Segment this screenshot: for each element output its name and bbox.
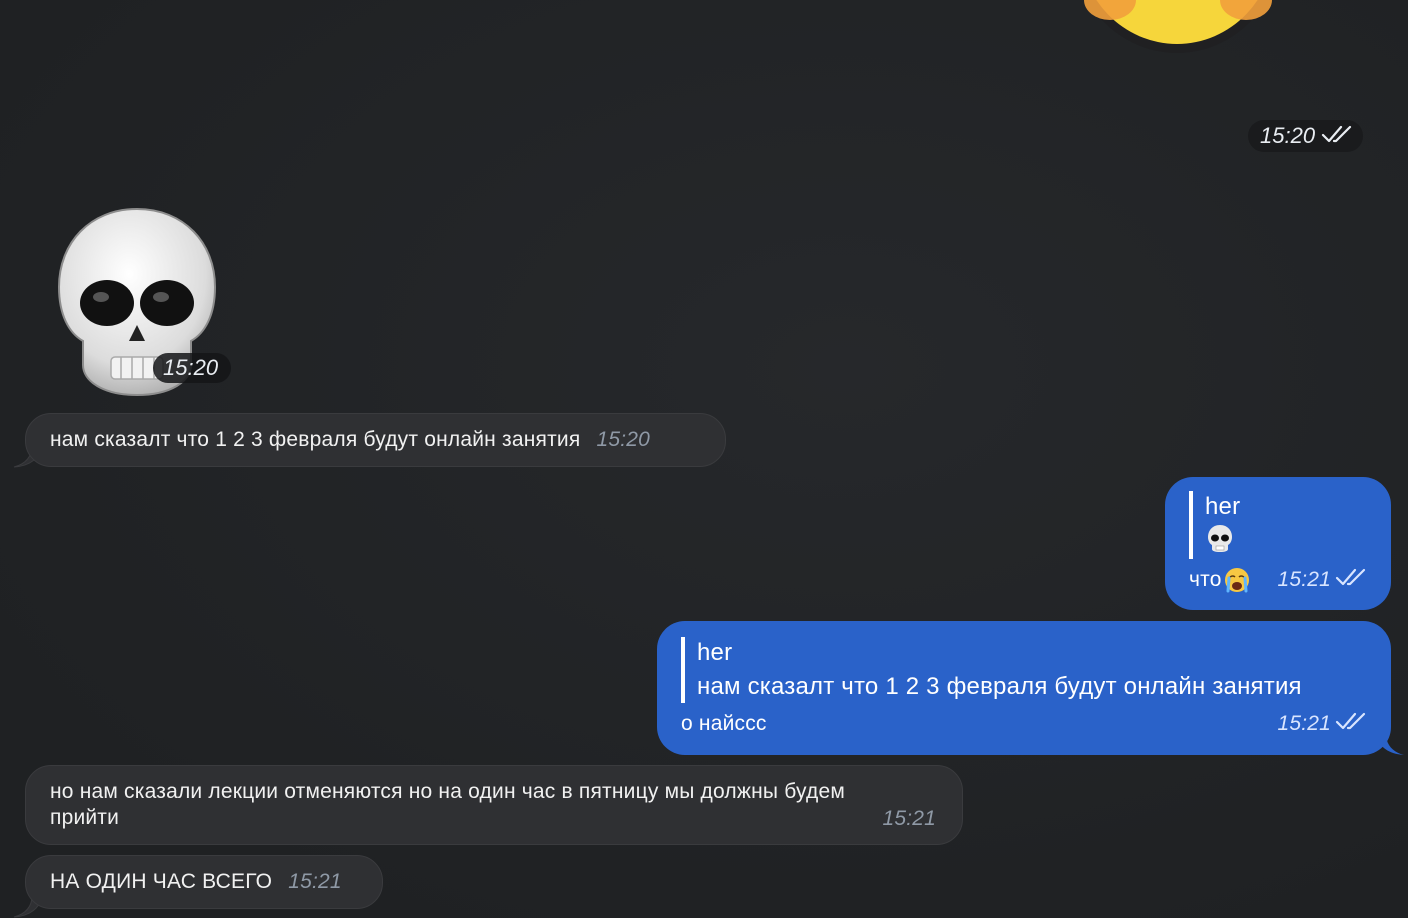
incoming-message[interactable]: нам сказалт что 1 2 3 февраля будут онла… — [25, 413, 726, 467]
reply-author: her — [1205, 493, 1241, 520]
incoming-message[interactable]: но нам сказали лекции отменяются но на о… — [25, 765, 963, 845]
message-time: 15:21 — [288, 870, 342, 893]
reply-quote[interactable]: her нам сказалт что 1 2 3 февраля будут … — [681, 637, 1367, 703]
double-check-icon — [1335, 567, 1367, 593]
message-time: 15:21 — [1277, 712, 1331, 735]
skull-time: 15:20 — [163, 355, 219, 380]
chat-area[interactable]: 15:20 15:20 нам сказалт что 1 2 3 феврал… — [0, 0, 1408, 918]
double-check-icon — [1335, 711, 1367, 737]
message-text: но нам сказали лекции отменяются но на о… — [50, 780, 845, 829]
sticker-time: 15:20 — [1260, 123, 1316, 148]
skull-time-badge: 15:20 — [153, 353, 231, 383]
message-text: нам сказалт что 1 2 3 февраля будут онла… — [50, 428, 581, 451]
outgoing-message[interactable]: her что 15:21 — [1165, 477, 1391, 610]
outgoing-message[interactable]: her нам сказалт что 1 2 3 февраля будут … — [657, 621, 1391, 755]
message-time: 15:21 — [1277, 568, 1331, 591]
message-text: о найссс — [681, 712, 767, 735]
reply-preview-text: нам сказалт что 1 2 3 февраля будут онла… — [697, 673, 1302, 700]
message-time: 15:20 — [596, 428, 651, 451]
message-time: 15:21 — [882, 807, 936, 830]
reply-author: her — [697, 639, 733, 666]
smiley-sticker-icon[interactable] — [1070, 0, 1284, 60]
double-check-icon — [1321, 123, 1355, 149]
message-text: НА ОДИН ЧАС ВСЕГО — [50, 870, 273, 893]
sticker-time-badge: 15:20 — [1248, 120, 1363, 152]
reply-quote[interactable]: her — [1189, 491, 1367, 559]
message-text: что — [1189, 568, 1222, 591]
skull-emoji-icon — [1205, 523, 1367, 557]
crying-face-emoji-icon — [1224, 567, 1250, 593]
incoming-message[interactable]: НА ОДИН ЧАС ВСЕГО 15:21 — [25, 855, 383, 909]
